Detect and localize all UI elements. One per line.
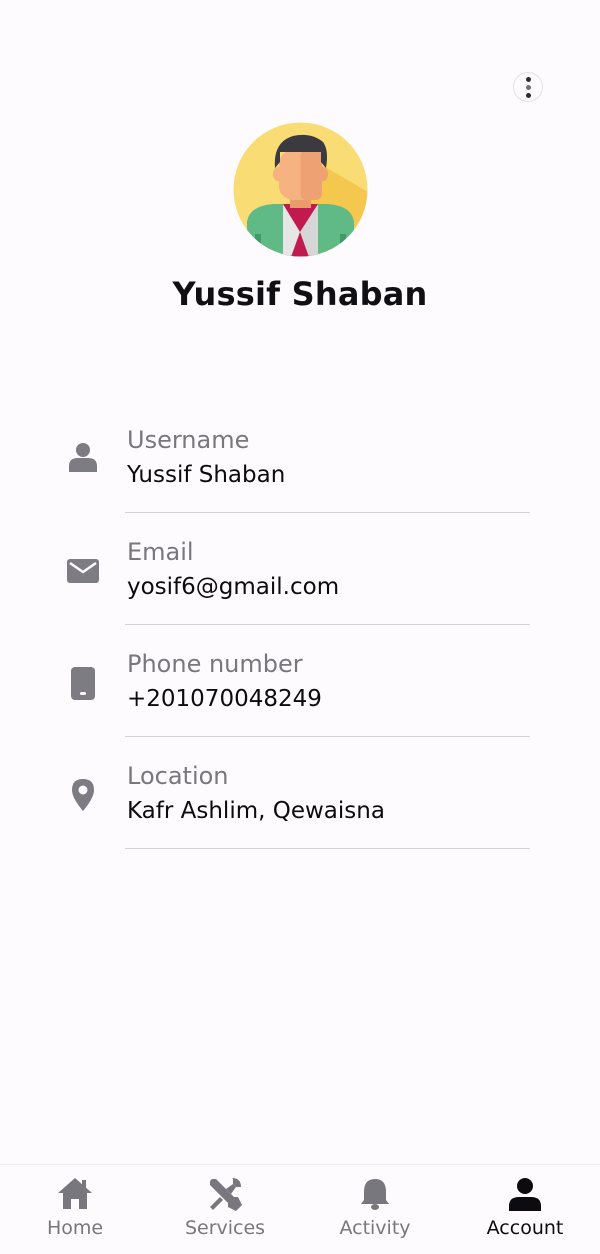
divider	[125, 736, 530, 737]
nav-label-home: Home	[46, 1217, 104, 1239]
nav-item-home[interactable]: Home	[0, 1165, 150, 1254]
location-pin-icon	[72, 779, 94, 811]
divider	[125, 848, 530, 849]
divider	[125, 624, 530, 625]
info-row-email: Email yosif6@gmail.com	[0, 538, 600, 650]
avatar	[233, 122, 368, 257]
info-row-location: Location Kafr Ashlim, Qewaisna	[0, 762, 600, 874]
field-label: Location	[127, 762, 229, 790]
more-options-button[interactable]	[513, 72, 543, 102]
nav-item-activity[interactable]: Activity	[300, 1165, 450, 1254]
field-value: +201070048249	[127, 686, 322, 712]
divider	[125, 512, 530, 513]
nav-item-services[interactable]: Services	[150, 1165, 300, 1254]
account-icon	[509, 1178, 541, 1211]
more-vert-icon	[525, 76, 531, 82]
more-vert-icon-dot	[525, 92, 531, 98]
bottom-navigation: Home Services Activity Account	[0, 1164, 600, 1254]
field-value: Yussif Shaban	[127, 462, 286, 488]
info-row-username: Username Yussif Shaban	[0, 426, 600, 538]
more-vert-icon-dot	[525, 84, 531, 90]
email-icon	[67, 559, 99, 583]
profile-name: Yussif Shaban	[172, 275, 428, 313]
field-value: yosif6@gmail.com	[127, 574, 340, 600]
phone-icon	[71, 667, 95, 700]
nav-label-services: Services	[184, 1217, 266, 1239]
nav-item-account[interactable]: Account	[450, 1165, 600, 1254]
field-label: Phone number	[127, 650, 303, 678]
info-row-phone: Phone number +201070048249	[0, 650, 600, 762]
home-icon	[58, 1178, 92, 1209]
nav-label-activity: Activity	[339, 1217, 411, 1239]
bell-icon	[361, 1179, 389, 1210]
nav-label-account: Account	[486, 1217, 564, 1239]
field-value: Kafr Ashlim, Qewaisna	[127, 798, 385, 824]
user-avatar-illustration	[233, 122, 368, 257]
tools-icon	[210, 1178, 242, 1211]
field-label: Email	[127, 538, 194, 566]
field-label: Username	[127, 426, 250, 454]
person-icon	[69, 443, 97, 472]
